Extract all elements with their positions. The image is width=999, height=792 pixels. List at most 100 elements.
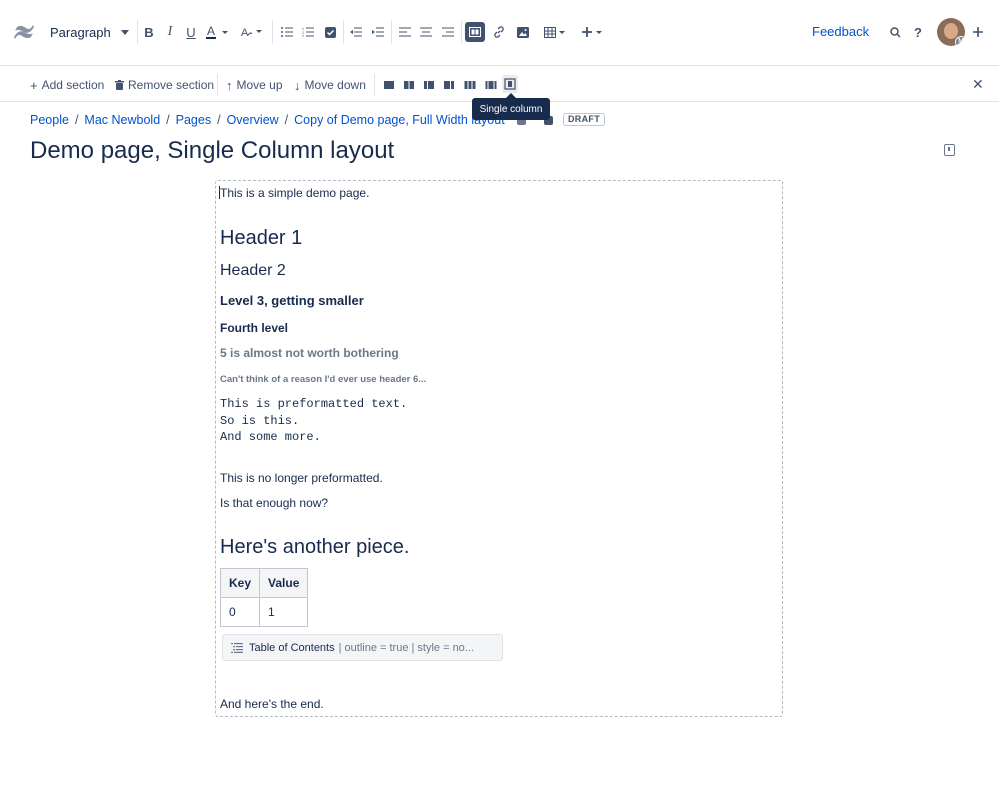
add-section-button[interactable]: + Add section [30,77,104,93]
breadcrumb-separator: / [284,113,289,127]
breadcrumb-pages[interactable]: Pages [176,113,211,127]
chevron-down-icon [120,29,129,35]
breadcrumb-separator: / [74,113,79,127]
paragraph: Is that enough now? [220,496,329,510]
underline-icon: U [186,24,196,40]
more-formatting-button[interactable]: A [238,20,264,44]
move-down-button[interactable]: ↓ Move down [294,77,366,93]
table-header-row: Key Value [219,568,309,598]
intro-paragraph: This is a simple demo page. [220,186,370,200]
heading-2: Header 2 [220,262,286,279]
layout-two-right-sidebar-icon[interactable] [443,79,455,91]
editor-toolbar: Paragraph B I U A A 123 Feedback ? M [0,0,999,66]
link-icon [494,26,504,38]
insert-image-button[interactable] [515,20,531,44]
toc-macro-placeholder[interactable]: Table of Contents | outline = true | sty… [222,634,503,661]
bullet-list-button[interactable] [279,20,295,44]
layout-single-column-icon [504,78,516,90]
paragraph: This is no longer preformatted. [220,471,383,485]
align-right-icon [442,27,454,37]
close-icon: ✕ [972,76,984,92]
toolbar-divider [137,20,138,44]
bullet-list-icon [281,27,293,37]
heading-1: Header 1 [220,227,303,249]
macro-name: Table of Contents [249,641,335,654]
preformatted-block: This is preformatted text. So is this. A… [220,397,408,444]
table-header-cell[interactable]: Key [219,568,261,598]
breadcrumb-separator: / [166,113,170,127]
layout-two-left-sidebar-icon[interactable] [423,79,435,91]
breadcrumb-separator: / [217,113,221,127]
toolbar-divider [461,20,462,44]
breadcrumb: People / Mac Newbold / Pages / Overview … [30,113,505,127]
insert-link-button[interactable] [491,20,507,44]
heading-3: Level 3, getting smaller [220,293,364,308]
text-color-button[interactable]: A [204,20,230,44]
help-button[interactable]: ? [910,20,926,44]
close-section-toolbar-button[interactable]: ✕ [972,76,984,93]
breadcrumb-mac-newbold[interactable]: Mac Newbold [84,113,160,127]
page-title[interactable]: Demo page, Single Column layout [30,137,394,165]
table-header-cell[interactable]: Value [259,568,309,598]
key-value-table[interactable]: Key Value 0 1 [219,568,309,627]
arrow-down-icon: ↓ [294,77,301,93]
align-left-button[interactable] [397,20,413,44]
layout-full-width-icon[interactable] [383,79,395,91]
draft-badge: DRAFT [563,113,605,126]
outdent-button[interactable] [348,20,364,44]
action-item-button[interactable] [322,20,338,44]
table-of-contents-icon [231,642,243,653]
svg-text:A: A [207,25,215,38]
toolbar-divider [272,20,273,44]
layout-three-column-icon[interactable] [464,79,476,91]
breadcrumb-people[interactable]: People [30,113,69,127]
single-column-button[interactable] [502,75,518,93]
paragraph-style-label: Paragraph [50,24,111,40]
paragraph-style-dropdown[interactable]: Paragraph [44,20,130,44]
indent-button[interactable] [370,20,386,44]
page-layout-button[interactable] [465,22,485,42]
feedback-link[interactable]: Feedback [812,24,869,39]
bold-button[interactable]: B [141,20,157,44]
move-up-button[interactable]: ↑ Move up [226,77,283,93]
page-info-icon[interactable] [944,144,955,156]
table-row: 0 1 [219,597,309,627]
plus-icon: + [30,77,38,93]
image-icon [517,26,529,38]
align-right-button[interactable] [440,20,456,44]
insert-table-button[interactable] [543,20,567,44]
remove-section-button[interactable]: Remove section [115,77,214,93]
bold-icon: B [144,24,154,40]
text-color-icon: A [206,25,228,39]
add-section-label: Add section [41,78,105,92]
table-cell[interactable]: 0 [219,597,261,627]
underline-button[interactable]: U [184,20,198,44]
svg-text:A: A [241,27,249,39]
text-style-icon: A [241,27,262,39]
remove-section-label: Remove section [128,78,215,92]
italic-button[interactable]: I [163,20,177,44]
heading-6: Can't think of a reason I'd ever use hea… [220,374,427,385]
confluence-logo-icon[interactable] [12,20,36,44]
align-center-button[interactable] [418,20,434,44]
avatar[interactable]: M [937,18,965,46]
indent-icon [372,27,384,37]
heading-5: 5 is almost not worth bothering [220,346,399,360]
toolbar-divider [343,20,344,44]
closing-paragraph: And here's the end. [220,697,324,711]
heading-4: Fourth level [220,321,289,335]
italic-icon: I [167,24,173,39]
numbered-list-button[interactable]: 123 [300,20,316,44]
avatar-face [944,23,958,39]
section-toolbar: + Add section Remove section ↑ Move up ↓… [0,67,999,102]
breadcrumb-overview[interactable]: Overview [227,113,279,127]
create-button[interactable] [970,20,986,44]
trash-icon [115,80,124,90]
insert-more-button[interactable] [580,20,604,44]
layout-three-sidebars-icon[interactable] [485,79,497,91]
toolbar-divider [374,74,375,96]
table-icon [544,26,565,38]
search-button[interactable] [887,20,903,44]
table-cell[interactable]: 1 [259,597,309,627]
layout-two-equal-icon[interactable] [403,79,415,91]
